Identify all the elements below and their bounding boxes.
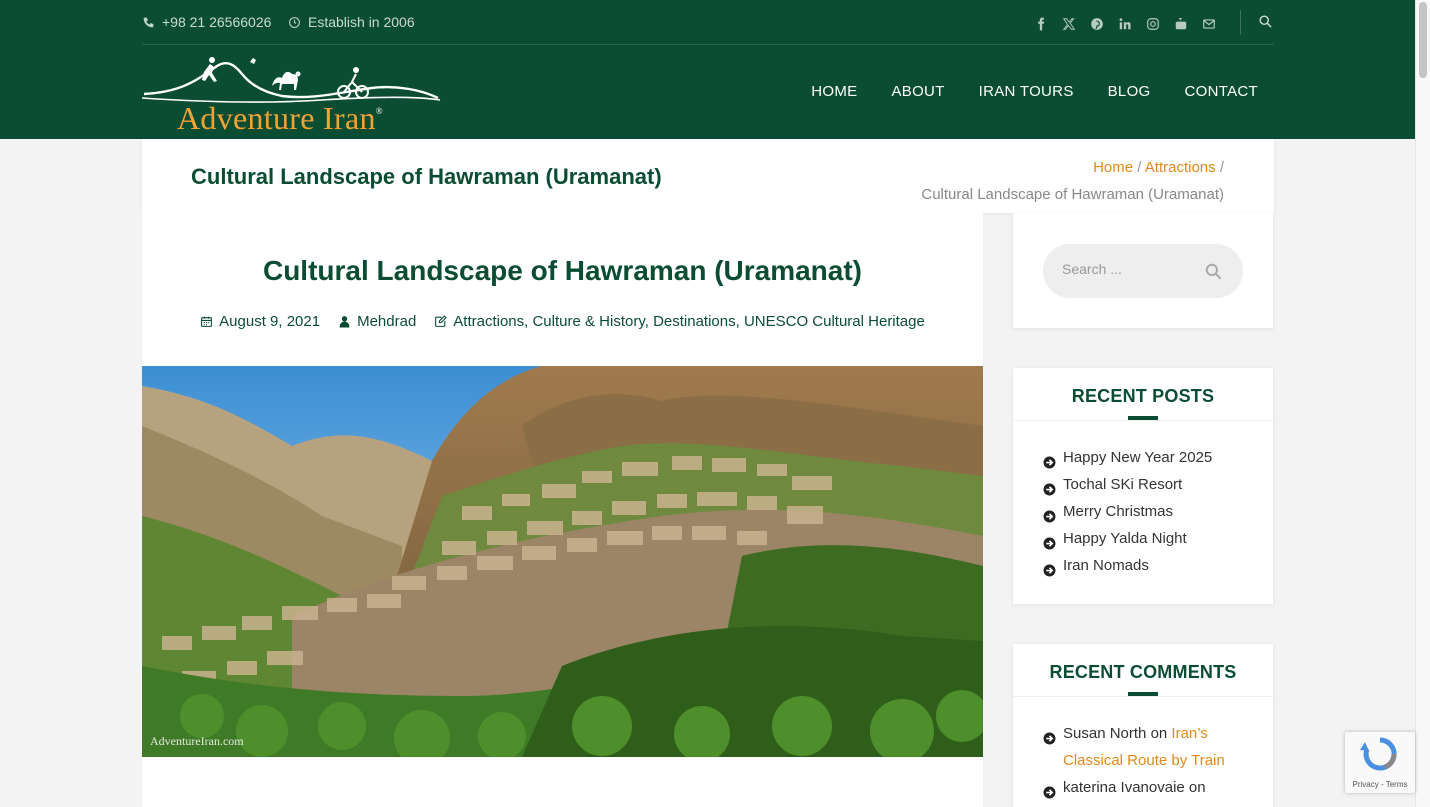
nav-iran-tours[interactable]: IRAN TOURS — [979, 83, 1074, 100]
logo-wordmark: Adventure Iran® — [177, 100, 383, 136]
recent-posts-widget: RECENT POSTS Happy New Year 2025 Tochal … — [1013, 368, 1273, 604]
social-links — [1027, 14, 1223, 32]
arrow-circle-right-icon — [1043, 532, 1056, 550]
page-title-bar: Cultural Landscape of Hawraman (Uramanat… — [142, 139, 1274, 213]
list-item[interactable]: Happy Yalda Night — [1043, 525, 1212, 552]
sidebar-search — [1043, 244, 1243, 298]
list-item: Susan North on Iran’s Classical Route by… — [1043, 720, 1225, 774]
site-header: +98 21 26566026 Establish in 2006 Advent… — [0, 0, 1415, 139]
breadcrumb-current: Cultural Landscape of Hawraman (Uramanat… — [921, 186, 1224, 203]
article-title: Cultural Landscape of Hawraman (Uramanat… — [262, 255, 863, 286]
featured-image: AdventureIran.com — [142, 366, 983, 757]
clock-icon — [289, 16, 300, 28]
post-date[interactable]: August 9, 2021 — [200, 313, 320, 330]
comment-on-text: on — [1150, 725, 1168, 742]
comment-entry: katerina Ivanovaie on — [1063, 774, 1206, 801]
top-bar: +98 21 26566026 Establish in 2006 — [142, 0, 1274, 45]
page-scrollbar[interactable] — [1415, 0, 1430, 807]
x-twitter-icon[interactable] — [1055, 14, 1083, 32]
topbar-divider — [1240, 10, 1241, 35]
post-date-text: August 9, 2021 — [219, 313, 321, 330]
established-text: Establish in 2006 — [308, 14, 415, 30]
breadcrumb-separator: / — [1137, 159, 1142, 176]
page-title: Cultural Landscape of Hawraman (Uramanat… — [191, 164, 662, 189]
recent-post-link[interactable]: Iran Nomads — [1063, 552, 1149, 579]
search-input[interactable] — [1062, 261, 1202, 277]
image-watermark: AdventureIran.com — [150, 734, 244, 748]
established-info: Establish in 2006 — [288, 14, 415, 30]
breadcrumb-attractions[interactable]: Attractions — [1145, 159, 1216, 176]
comment-on-text: on — [1188, 779, 1206, 796]
scrollbar-thumb[interactable] — [1419, 2, 1427, 78]
comment-post-link[interactable]: Iran’s — [1171, 725, 1207, 742]
linkedin-icon[interactable] — [1111, 14, 1139, 32]
phone-icon — [143, 17, 154, 27]
envelope-icon[interactable] — [1195, 14, 1223, 32]
list-item: katerina Ivanovaie on — [1043, 774, 1225, 801]
nav-blog[interactable]: BLOG — [1108, 83, 1151, 100]
edit-icon — [435, 315, 447, 327]
post-categories-text: Attractions, Culture & History, Destinat… — [453, 313, 925, 330]
pinterest-icon[interactable] — [1083, 14, 1111, 32]
list-item[interactable]: Merry Christmas — [1043, 498, 1212, 525]
list-item[interactable]: Happy New Year 2025 — [1043, 444, 1212, 471]
recent-comments-title: RECENT COMMENTS — [1049, 662, 1237, 682]
list-item[interactable]: Tochal SKi Resort — [1043, 471, 1212, 498]
post-author-text: Mehdrad — [357, 313, 417, 330]
site-logo[interactable]: Adventure Iran® — [141, 52, 442, 136]
recaptcha-icon — [1360, 737, 1397, 771]
recent-post-link[interactable]: Merry Christmas — [1063, 498, 1173, 525]
arrow-circle-right-icon — [1043, 451, 1056, 469]
calendar-icon — [201, 316, 213, 327]
comment-entry: Susan North on Iran’s Classical Route by… — [1063, 720, 1225, 774]
arrow-circle-right-icon — [1043, 559, 1056, 577]
nav-about[interactable]: ABOUT — [891, 83, 944, 100]
breadcrumb: Home / Attractions / Cultural Landscape … — [921, 154, 1224, 208]
post-author[interactable]: Mehdrad — [338, 313, 416, 330]
search-icon[interactable] — [1204, 262, 1223, 286]
recaptcha-badge[interactable]: Privacy - Terms — [1345, 732, 1415, 793]
comment-post-link[interactable]: Classical Route by Train — [1063, 752, 1225, 769]
recent-post-link[interactable]: Happy Yalda Night — [1063, 525, 1187, 552]
main-navigation: HOME ABOUT IRAN TOURS BLOG CONTACT — [811, 83, 1258, 100]
recent-posts-title: RECENT POSTS — [1071, 386, 1215, 406]
hawraman-village-photo — [142, 366, 983, 757]
breadcrumb-separator: / — [1219, 159, 1224, 176]
instagram-icon[interactable] — [1139, 14, 1167, 32]
recent-comments-list: Susan North on Iran’s Classical Route by… — [1043, 720, 1225, 801]
article: Cultural Landscape of Hawraman (Uramanat… — [142, 213, 983, 807]
comment-author: Susan North — [1063, 725, 1147, 742]
arrow-circle-right-icon — [1043, 727, 1056, 745]
search-widget — [1013, 213, 1273, 328]
header-search-icon[interactable] — [1258, 14, 1274, 30]
breadcrumb-home[interactable]: Home — [1093, 159, 1133, 176]
phone-contact[interactable]: +98 21 26566026 — [142, 14, 271, 30]
arrow-circle-right-icon — [1043, 781, 1056, 799]
phone-number: +98 21 26566026 — [162, 14, 272, 30]
recaptcha-text[interactable]: Privacy - Terms — [1345, 780, 1415, 789]
nav-contact[interactable]: CONTACT — [1185, 83, 1258, 100]
facebook-icon[interactable] — [1027, 14, 1055, 32]
widget-divider — [1013, 696, 1273, 697]
recent-post-link[interactable]: Tochal SKi Resort — [1063, 471, 1182, 498]
widget-divider — [1013, 420, 1273, 421]
recent-comments-widget: RECENT COMMENTS Susan North on Iran’s Cl… — [1013, 644, 1273, 807]
recent-post-link[interactable]: Happy New Year 2025 — [1063, 444, 1212, 471]
list-item[interactable]: Iran Nomads — [1043, 552, 1212, 579]
arrow-circle-right-icon — [1043, 478, 1056, 496]
arrow-circle-right-icon — [1043, 505, 1056, 523]
post-categories[interactable]: Attractions, Culture & History, Destinat… — [434, 313, 925, 330]
logo-mountains-graphic — [141, 57, 441, 103]
comment-author: katerina Ivanovaie — [1063, 779, 1185, 796]
youtube-icon[interactable] — [1167, 14, 1195, 32]
recent-posts-list: Happy New Year 2025 Tochal SKi Resort Me… — [1043, 444, 1212, 579]
article-meta: August 9, 2021 Mehdrad Attractions, Cult… — [142, 313, 983, 330]
nav-home[interactable]: HOME — [811, 83, 857, 100]
user-icon — [339, 316, 350, 328]
